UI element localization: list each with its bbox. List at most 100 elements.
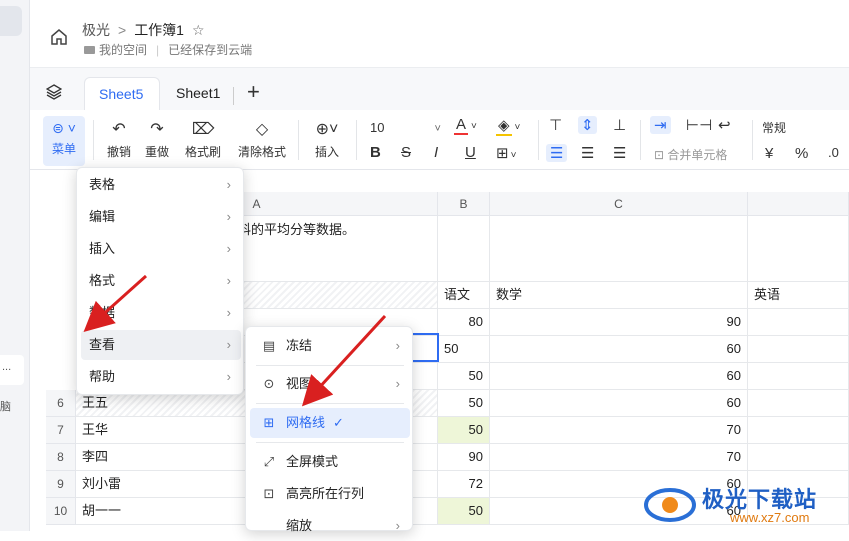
menu-button[interactable]: ⊜ ˅ 菜单 [43,116,85,166]
table-cell[interactable]: 72 [438,471,490,498]
save-status: 已经保存到云端 [168,43,253,57]
view-icon: ⊙ [263,376,275,391]
chevron-down-icon: ˅ [514,122,521,133]
submenu-item-freeze[interactable]: ▤ 冻结 › [250,331,410,361]
undo-button[interactable]: ↶ 撤销 [104,120,134,160]
table-cell[interactable]: 60 [490,390,748,417]
submenu-item-view[interactable]: ⊙ 视图 › [250,369,410,399]
clip-text-icon[interactable]: ⊢⊣ [686,116,712,134]
align-right-icon[interactable]: ☰ [613,144,626,162]
underline-icon[interactable]: U [465,144,476,161]
menu-item-table[interactable]: 表格 › [81,170,241,200]
table-cell[interactable]: 50 [438,498,490,525]
table-cell[interactable] [748,216,849,282]
table-cell[interactable]: 60 [490,363,748,390]
merge-cells-button[interactable]: ⊡ 合并单元格 [654,146,727,163]
table-cell[interactable] [748,417,849,444]
table-cell[interactable]: 语文 [438,282,490,309]
table-cell[interactable] [748,390,849,417]
sidebar-more[interactable]: ... [0,355,24,385]
undo-label: 撤销 [106,145,131,159]
number-format-select[interactable]: 常规 [762,119,786,136]
menu-item-help[interactable]: 帮助 › [81,362,241,392]
menu-item-view[interactable]: 查看 › [81,330,241,360]
insert-label: 插入 [314,145,339,159]
menu-item-insert[interactable]: 插入 › [81,234,241,264]
wrap-text-icon[interactable]: ↩ [718,116,731,134]
italic-icon[interactable]: I [434,144,438,161]
jiguang-logo-icon [644,488,696,522]
table-cell[interactable]: 英语 [748,282,849,309]
sidebar-pill[interactable] [0,6,22,36]
insert-button[interactable]: ⊕˅ 插入 [308,120,346,160]
align-bottom-icon[interactable]: ⊥ [613,116,626,134]
submenu-item-fullscreen[interactable]: ⤢ 全屏模式 [250,447,410,477]
location-label[interactable]: 我的空间 [99,43,147,57]
border-icon[interactable]: ⊞ ˅ [496,144,516,162]
strikethrough-icon[interactable]: S [401,144,411,161]
table-cell[interactable] [748,363,849,390]
decimal-icon[interactable]: .0 [828,145,839,160]
table-cell[interactable]: 数学 [490,282,748,309]
column-header-d[interactable] [748,192,849,216]
layers-icon[interactable] [46,84,62,100]
check-icon: ✓ [333,415,344,430]
tab-sheet5[interactable]: Sheet5 [84,77,160,110]
gridlines-icon: ⊞ [263,415,275,430]
home-icon[interactable] [50,28,68,46]
table-cell[interactable] [748,309,849,336]
table-cell[interactable]: 50 [438,336,490,363]
folder-icon [84,46,95,54]
align-top-icon[interactable]: ⊤ [549,116,562,134]
tab-sheet1[interactable]: Sheet1 [162,77,234,110]
table-cell[interactable] [748,444,849,471]
table-cell[interactable] [490,216,748,282]
table-cell[interactable]: 90 [490,309,748,336]
add-sheet-icon[interactable]: + [247,81,260,103]
table-cell[interactable]: 50 [438,390,490,417]
submenu-item-highlight[interactable]: ⊡ 高亮所在行列 [250,479,410,509]
clear-format-button[interactable]: ◇ 清除格式 [234,120,290,160]
fill-color-button[interactable]: ◈ ˅ [496,116,521,136]
row-header[interactable]: 7 [46,417,76,444]
wrap-overflow-icon[interactable]: ⇥ [650,116,671,134]
table-cell[interactable]: 50 [438,363,490,390]
table-cell[interactable]: 70 [490,417,748,444]
sidebar-text: 脑 [0,401,11,413]
watermark-logo: 极光下载站 www.xz7.com [630,480,849,531]
bold-icon[interactable]: B [370,144,381,161]
currency-button[interactable]: ¥ [765,145,773,162]
font-color-button[interactable]: A ˅ [454,116,477,135]
row-header[interactable]: 10 [46,498,76,525]
breadcrumb-root[interactable]: 极光 [82,22,110,38]
star-icon[interactable]: ☆ [192,22,205,38]
table-cell[interactable]: 80 [438,309,490,336]
row-header[interactable]: 8 [46,444,76,471]
chevron-right-icon: › [226,369,231,384]
submenu-item-label: 全屏模式 [286,454,339,469]
submenu-item-zoom[interactable]: 缩放 › [250,511,410,541]
row-header[interactable]: 6 [46,390,76,417]
font-size-select[interactable]: 10 ˅ [370,120,441,135]
redo-button[interactable]: ↷ 重做 [142,120,172,160]
submenu-item-label: 视图 [286,376,313,391]
align-middle-icon[interactable]: ⇕ [578,116,597,134]
table-cell[interactable]: 50 [438,417,490,444]
workbook-title[interactable]: 工作簿1 [134,22,184,38]
column-header-b[interactable]: B [438,192,490,216]
menu-item-edit[interactable]: 编辑 › [81,202,241,232]
column-header-c[interactable]: C [490,192,748,216]
percent-button[interactable]: % [795,145,808,162]
table-cell[interactable] [438,216,490,282]
table-cell[interactable] [748,336,849,363]
table-cell[interactable]: 60 [490,336,748,363]
align-center-icon[interactable]: ☰ [581,144,594,162]
menu-item-format[interactable]: 格式 › [81,266,241,296]
format-painter-button[interactable]: ⌦ 格式刷 [182,120,224,160]
menu-item-data[interactable]: 数据 › [81,298,241,328]
table-cell[interactable]: 90 [438,444,490,471]
table-cell[interactable]: 70 [490,444,748,471]
row-header[interactable]: 9 [46,471,76,498]
submenu-item-gridlines[interactable]: ⊞ 网格线 ✓ [250,408,410,438]
align-left-icon[interactable]: ☰ [546,144,568,162]
